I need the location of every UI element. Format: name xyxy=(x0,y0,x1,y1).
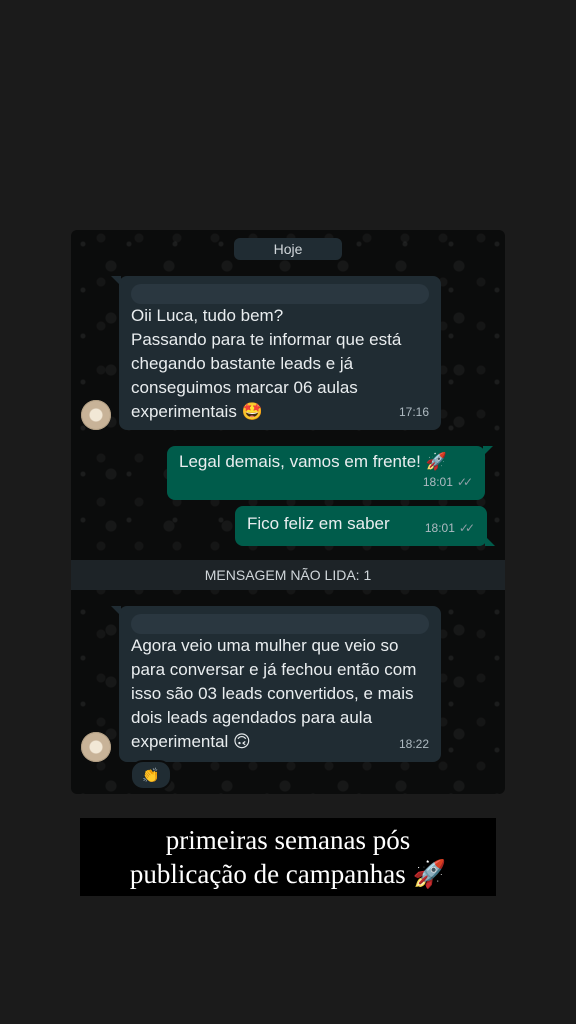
caption-line-2: publicação de campanhas 🚀 xyxy=(129,859,447,889)
message-meta: 18:01 ✓✓ xyxy=(423,470,473,494)
incoming-message[interactable]: Oii Luca, tudo bem? Passando para te inf… xyxy=(111,276,441,430)
message-text: Agora veio uma mulher que veio so para c… xyxy=(131,636,417,751)
bubble-tail xyxy=(111,606,121,616)
message-meta: 18:22 xyxy=(399,732,429,756)
date-divider: Hoje xyxy=(234,238,342,260)
redacted-sender-name xyxy=(131,284,429,304)
read-receipt-icon: ✓✓ xyxy=(458,521,475,535)
message-time: 18:01 xyxy=(424,521,455,535)
message-text: Oii Luca, tudo bem? Passando para te inf… xyxy=(131,306,402,421)
message-text: Fico feliz em saber xyxy=(247,514,390,533)
bubble-tail xyxy=(485,536,495,546)
chat-screenshot: Hoje Oii Luca, tudo bem? Passando para t… xyxy=(71,230,505,794)
contact-avatar[interactable] xyxy=(81,400,111,430)
bubble-tail xyxy=(483,446,493,456)
contact-avatar[interactable] xyxy=(81,732,111,762)
message-text: Legal demais, vamos em frente! 🚀 xyxy=(179,452,447,471)
message-time: 18:01 xyxy=(422,475,453,489)
message-meta: 18:01 ✓✓ xyxy=(425,516,475,540)
message-time: 17:16 xyxy=(398,405,429,419)
message-reaction[interactable]: 👏 xyxy=(130,760,172,790)
outgoing-message[interactable]: Fico feliz em saber 18:01 ✓✓ xyxy=(235,506,495,546)
outgoing-message[interactable]: Legal demais, vamos em frente! 🚀 18:01 ✓… xyxy=(167,446,493,500)
read-receipt-icon: ✓✓ xyxy=(456,475,473,489)
incoming-message[interactable]: Agora veio uma mulher que veio so para c… xyxy=(111,606,441,762)
message-meta: 17:16 xyxy=(399,400,429,424)
unread-messages-divider: MENSAGEM NÃO LIDA: 1 xyxy=(71,560,505,590)
bubble-tail xyxy=(111,276,121,286)
message-time: 18:22 xyxy=(398,737,429,751)
caption-line-1: primeiras semanas pós xyxy=(165,825,411,855)
redacted-sender-name xyxy=(131,614,429,634)
story-caption: primeiras semanas pós publicação de camp… xyxy=(80,818,496,896)
